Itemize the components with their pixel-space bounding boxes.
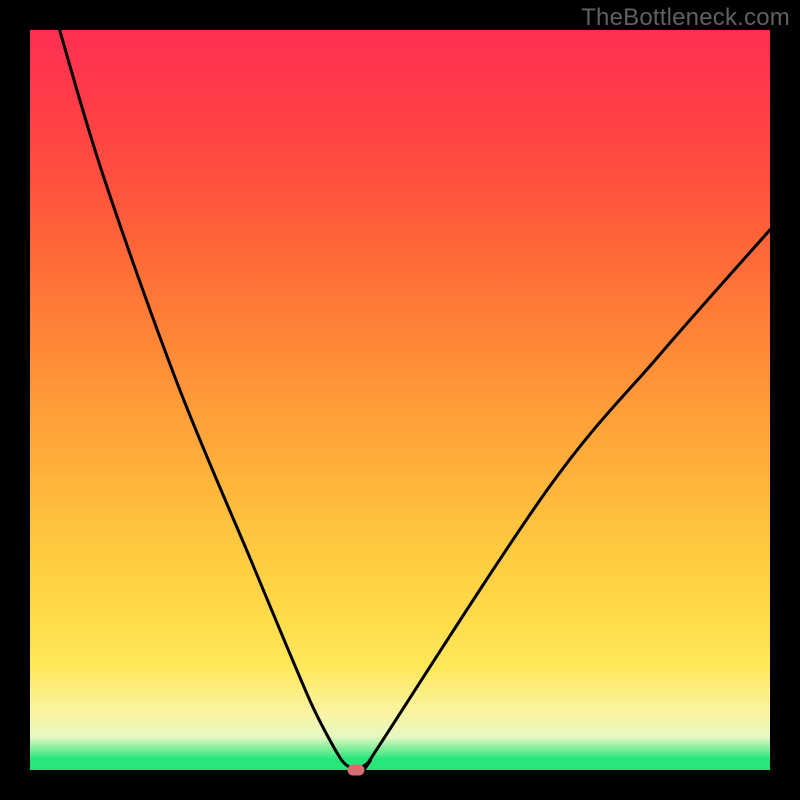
chart-frame: TheBottleneck.com [0,0,800,800]
minimum-marker [347,765,364,776]
watermark-text: TheBottleneck.com [581,4,790,32]
bottleneck-curve [30,30,770,770]
plot-area [30,30,770,770]
